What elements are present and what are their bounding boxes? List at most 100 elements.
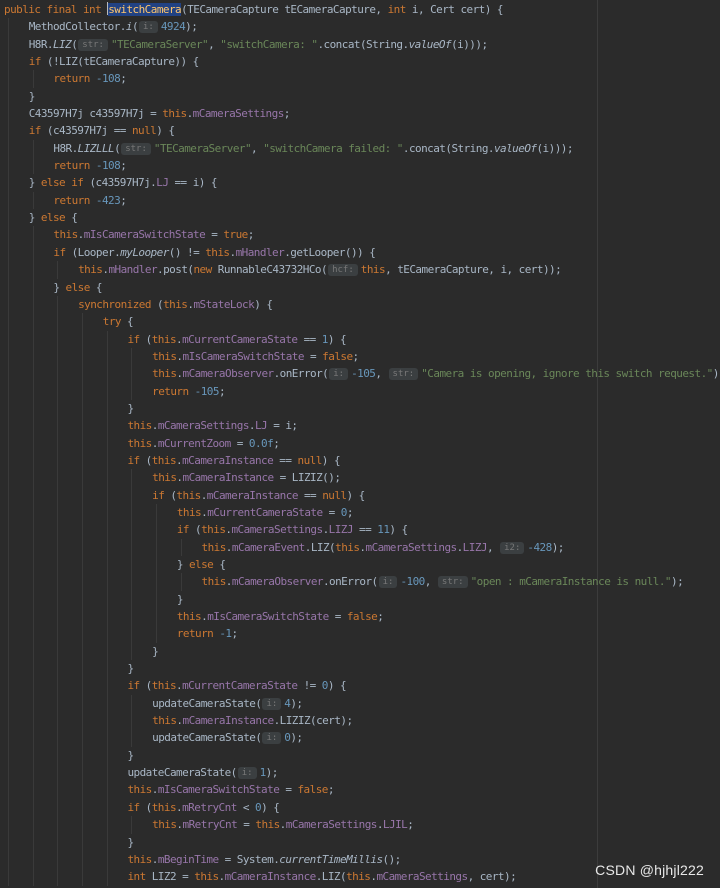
indent-guide bbox=[4, 625, 29, 644]
indent-guide bbox=[4, 764, 29, 782]
code-line[interactable]: try { bbox=[0, 313, 720, 331]
code-line[interactable]: } bbox=[0, 642, 720, 661]
code-line[interactable]: this.mIsCameraSwitchState = false; bbox=[0, 347, 720, 366]
code-line[interactable]: if (Looper.myLooper() != this.mHandler.g… bbox=[0, 243, 720, 262]
code-line[interactable]: return -105; bbox=[0, 382, 720, 401]
indent-guide bbox=[29, 625, 54, 644]
indent-guide bbox=[127, 365, 152, 383]
code-token: LIZJ bbox=[328, 523, 354, 537]
code-line[interactable]: MethodCollector.i(i: 4924); bbox=[0, 18, 720, 37]
code-line[interactable]: } bbox=[0, 590, 720, 609]
indent-guide bbox=[53, 451, 78, 470]
code-editor[interactable]: public final int switchCamera(TECameraCa… bbox=[0, 0, 720, 888]
indent-guide bbox=[4, 573, 29, 592]
code-line[interactable]: return -108; bbox=[0, 157, 720, 175]
indent-guide bbox=[127, 382, 152, 401]
code-token: ); bbox=[671, 575, 684, 589]
code-line[interactable]: return -1; bbox=[0, 625, 720, 644]
code-line[interactable]: this.mCameraEvent.LIZ(this.mCameraSettin… bbox=[0, 538, 720, 557]
code-token: if bbox=[127, 332, 146, 346]
code-line[interactable]: if (this.mCameraSettings.LIZJ == 11) { bbox=[0, 521, 720, 540]
code-line[interactable]: this.mCameraSettings.LJ = i; bbox=[0, 417, 720, 435]
code-line[interactable]: if (this.mCameraInstance == null) { bbox=[0, 451, 720, 470]
indent-guide bbox=[53, 330, 78, 349]
code-token: "open : mCameraInstance is null." bbox=[470, 575, 672, 589]
code-token: mCameraEvent bbox=[231, 540, 305, 554]
code-line[interactable]: if (this.mCameraInstance == null) { bbox=[0, 486, 720, 505]
code-line[interactable]: } else { bbox=[0, 209, 720, 227]
indent-guide bbox=[29, 243, 54, 262]
indent-guide bbox=[127, 347, 152, 366]
code-line[interactable]: return -423; bbox=[0, 191, 720, 210]
code-token: } bbox=[127, 748, 134, 762]
code-token: mCameraInstance bbox=[206, 488, 299, 502]
indent-guide bbox=[4, 434, 29, 453]
code-line[interactable]: synchronized (this.mStateLock) { bbox=[0, 295, 720, 314]
code-line[interactable]: } else { bbox=[0, 556, 720, 574]
code-line[interactable]: updateCameraState(i: 1); bbox=[0, 764, 720, 782]
code-line[interactable]: this.mRetryCnt = this.mCameraSettings.LJ… bbox=[0, 816, 720, 834]
indent-guide bbox=[53, 625, 78, 644]
indent-guide bbox=[29, 816, 54, 834]
code-token: new bbox=[193, 263, 218, 277]
indent-guide bbox=[53, 313, 78, 331]
code-line[interactable]: } bbox=[0, 399, 720, 418]
code-token: } bbox=[28, 89, 36, 103]
code-line[interactable]: if (this.mCurrentCameraState != 0) { bbox=[0, 677, 720, 696]
indent-guide bbox=[78, 729, 103, 748]
indent-guide bbox=[4, 417, 29, 435]
indent-guide bbox=[4, 486, 29, 505]
code-line[interactable]: C43597H7j c43597H7j = this.mCameraSettin… bbox=[0, 105, 720, 123]
code-line[interactable]: H8R.LIZLLL(str: "TECameraServer", "switch… bbox=[0, 139, 720, 158]
code-token: LIZ2 = bbox=[151, 870, 195, 884]
code-line[interactable]: H8R.LIZ(str: "TECameraServer", "switchCam… bbox=[0, 35, 720, 54]
indent-guide bbox=[53, 365, 78, 383]
code-line[interactable]: if (!LIZ(tECameraCapture)) { bbox=[0, 53, 720, 71]
code-line[interactable]: public final int switchCamera(TECameraCa… bbox=[0, 1, 720, 18]
code-line[interactable]: return -108; bbox=[0, 70, 720, 89]
code-token: null bbox=[297, 453, 323, 467]
code-line[interactable]: if (c43597H7j == null) { bbox=[0, 122, 720, 141]
indent-guide bbox=[4, 660, 29, 678]
code-token: mCurrentCameraState bbox=[207, 505, 323, 519]
code-token: mCameraInstance bbox=[182, 471, 275, 485]
indent-guide bbox=[4, 608, 29, 626]
code-line[interactable]: if (this.mRetryCnt < 0) { bbox=[0, 798, 720, 817]
code-token: } bbox=[28, 211, 41, 225]
code-line[interactable]: } else if (c43597H7j.LJ == i) { bbox=[0, 174, 720, 193]
code-area[interactable]: public final int switchCamera(TECameraCa… bbox=[0, 1, 720, 886]
code-line[interactable]: this.mCameraObserver.onError(i: -105, str… bbox=[0, 365, 720, 383]
code-line[interactable]: } bbox=[0, 660, 720, 678]
code-line[interactable]: this.mCurrentZoom = 0.0f; bbox=[0, 434, 720, 453]
code-token: 0.0f bbox=[248, 436, 274, 450]
indent-guide bbox=[4, 122, 29, 141]
code-line[interactable]: this.mCurrentCameraState = 0; bbox=[0, 503, 720, 522]
code-token: ); bbox=[290, 696, 303, 710]
code-token: ; bbox=[352, 349, 360, 363]
code-line[interactable]: } bbox=[0, 833, 720, 852]
code-line[interactable]: } bbox=[0, 746, 720, 765]
code-line[interactable]: this.mIsCameraSwitchState = false; bbox=[0, 608, 720, 626]
code-line[interactable]: } bbox=[0, 87, 720, 106]
code-line[interactable]: this.mCameraInstance = LIZIZ(); bbox=[0, 469, 720, 487]
code-line[interactable]: updateCameraState(i: 0); bbox=[0, 729, 720, 748]
code-token: if bbox=[28, 55, 47, 69]
code-line[interactable]: this.mCameraObserver.onError(i: -100, str… bbox=[0, 573, 720, 592]
code-line[interactable]: updateCameraState(i: 4); bbox=[0, 694, 720, 713]
indent-guide bbox=[4, 816, 29, 834]
code-line[interactable]: this.mIsCameraSwitchState = false; bbox=[0, 781, 720, 800]
indent-guide bbox=[29, 660, 54, 678]
code-token: int bbox=[387, 3, 412, 16]
code-token: else if bbox=[40, 176, 90, 190]
indent-guide bbox=[53, 521, 78, 540]
indent-guide bbox=[78, 764, 103, 782]
code-token: this bbox=[201, 523, 226, 537]
code-line[interactable]: if (this.mCurrentCameraState == 1) { bbox=[0, 330, 720, 349]
code-line[interactable]: this.mHandler.post(new RunnableC43732HCo… bbox=[0, 261, 720, 279]
code-line[interactable]: } else { bbox=[0, 278, 720, 297]
code-token: mCameraSettings bbox=[285, 818, 378, 832]
code-token: } bbox=[127, 835, 134, 849]
code-line[interactable]: this.mIsCameraSwitchState = true; bbox=[0, 226, 720, 245]
indent-guide bbox=[29, 330, 54, 349]
code-line[interactable]: this.mCameraInstance.LIZIZ(cert); bbox=[0, 712, 720, 730]
